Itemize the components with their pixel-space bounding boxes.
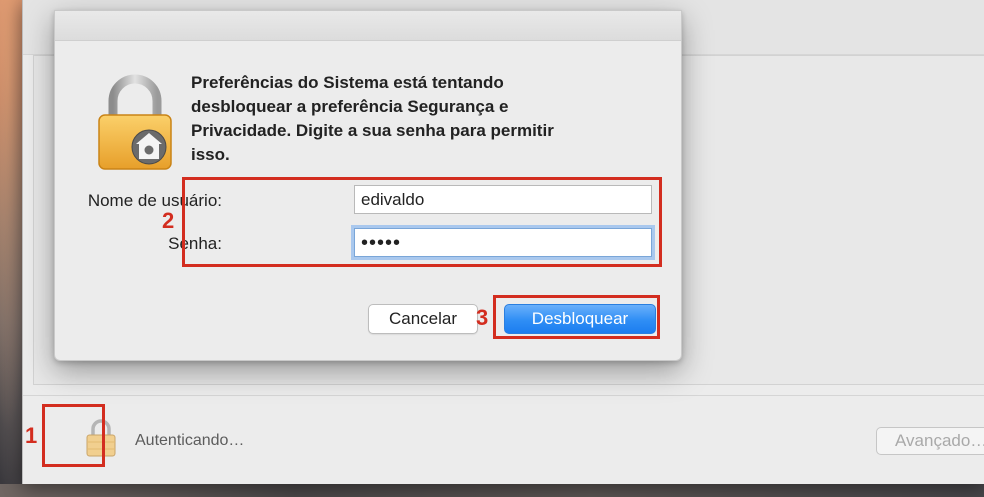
annotation-box-credentials bbox=[182, 177, 662, 267]
dialog-message: Preferências do Sistema está tentando de… bbox=[191, 73, 554, 164]
annotation-number-3: 3 bbox=[476, 305, 489, 330]
annotation-box-lock bbox=[42, 404, 105, 467]
desktop-wallpaper-bottom bbox=[0, 484, 984, 497]
annotation-box-unlock bbox=[493, 295, 660, 339]
cancel-button[interactable]: Cancelar bbox=[368, 304, 478, 334]
padlock-with-gear-icon bbox=[98, 74, 172, 170]
authenticating-status: Autenticando… bbox=[135, 432, 245, 449]
footer-divider bbox=[23, 395, 984, 396]
annotation-number-1: 1 bbox=[25, 423, 38, 448]
advanced-button[interactable]: Avançado… bbox=[876, 427, 984, 455]
dialog-titlebar bbox=[55, 11, 681, 41]
annotation-number-2: 2 bbox=[162, 208, 175, 233]
